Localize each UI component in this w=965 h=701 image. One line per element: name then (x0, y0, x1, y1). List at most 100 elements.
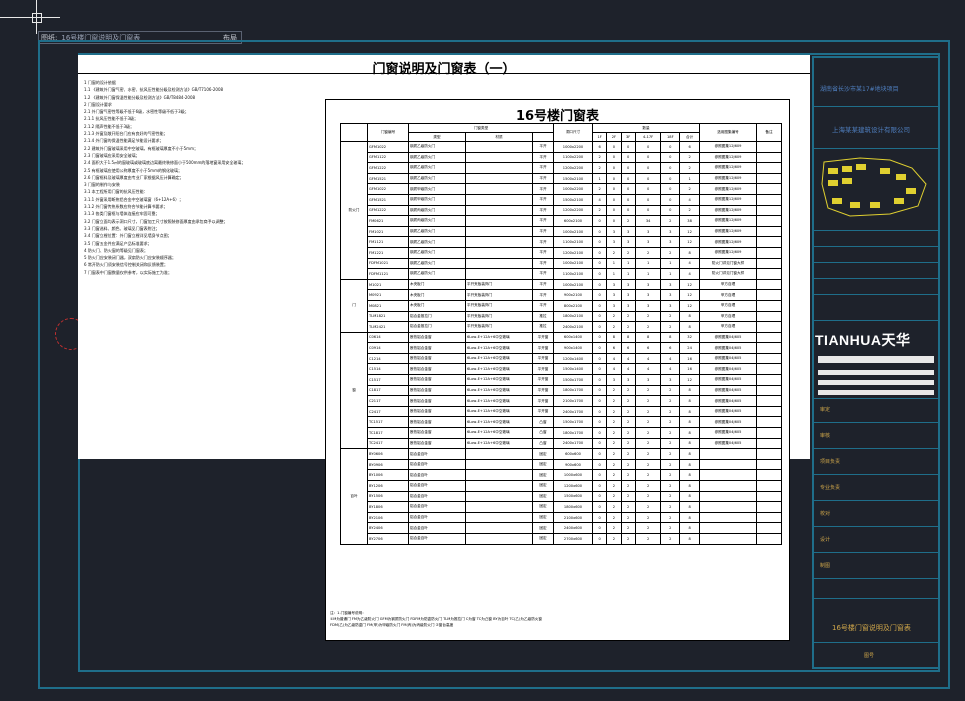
subheader-3f: 3F (620, 132, 636, 142)
note-line: 2.5 有框玻璃应使用公称厚度不小于5mm的钢化玻璃； (84, 167, 182, 173)
table-cell: 平开夹板装饰门 (465, 289, 533, 301)
table-row: GFM1022 钢质甲级防火门 平开 1000x2200 2 0 0 0 0 2 参照图集12J60… (341, 183, 782, 195)
table-cell: 固定 (532, 458, 554, 471)
crosshair-horizontal (0, 17, 60, 18)
table-cell: 铝合金百叶 (408, 480, 466, 492)
table-row: GFM1222 钢质丙级防火门 平开 1200x2200 2 0 0 0 0 2 参照图集12J60… (341, 204, 782, 217)
title-divider (814, 500, 938, 501)
table-cell: TLM2421 (367, 321, 409, 333)
table-cell (465, 246, 533, 259)
table-cell: 2 (620, 469, 636, 481)
table-cell: 6Low-E+12A+6中空玻璃 (465, 331, 533, 344)
remark-cell (756, 321, 782, 333)
note-line: 2.6 门窗框料及玻璃厚度由专业厂家根据风压计算确定； (84, 174, 184, 180)
project-name: 湖南省长沙市某17#地块项目 (820, 86, 899, 93)
table-cell: 平开 (532, 193, 554, 206)
table-cell: 0 (591, 299, 608, 312)
legend-line: FDM(乙)为乙级防盗门 FM(甲)为甲级防火门 FM(丙)为丙级防火门 ②窗台… (330, 623, 454, 627)
table-cell: 2 (606, 448, 622, 460)
table-cell: 2 (634, 458, 662, 471)
table-cell: 900x2100 (553, 289, 593, 301)
title-divider (814, 552, 938, 553)
remark-cell (756, 215, 782, 227)
table-cell: 木夹板门 (408, 299, 466, 312)
table-cell: 钢质乙级防火门 (408, 225, 466, 238)
table-cell: 0 (660, 172, 681, 185)
table-cell: 0 (634, 162, 662, 174)
table-cell (465, 448, 533, 460)
table-cell: 1 (620, 268, 636, 280)
table-cell (699, 469, 757, 481)
table-cell: 0 (591, 278, 608, 291)
title-divider (814, 598, 938, 599)
table-cell: 钢质乙级防火门 (408, 246, 466, 259)
table-cell: 2 (634, 448, 662, 460)
table-cell: 2 (620, 532, 636, 545)
table-cell: 推拉 (532, 321, 554, 333)
table-cell: 凸窗 (532, 427, 554, 439)
table-cell: 铝合金推拉门 (408, 310, 466, 323)
note-line: 3.1 本工程所用门窗的抗风压性能： (84, 189, 148, 195)
titleblock-label: 专业负责 (820, 485, 841, 491)
table-cell: 2400x2100 (553, 321, 593, 333)
table-cell: 1800x1700 (553, 427, 593, 439)
table-cell: 参照图集04J605 (699, 352, 757, 365)
table-cell: 参照图集12J609 (699, 151, 757, 164)
table-cell: 平开窗 (532, 342, 554, 354)
table-cell: 甲方自理 (699, 289, 757, 301)
table-cell: 钢质丙级防火门 (408, 204, 466, 217)
table-cell: 2 (634, 490, 662, 503)
group-cell: 窗 (340, 331, 368, 450)
table-cell: M1021 (367, 278, 409, 291)
title-divider (814, 398, 938, 399)
table-cell: 2 (634, 310, 662, 323)
table-cell: 钢质丙级防火门 (408, 215, 466, 227)
table-cell: 3 (620, 289, 636, 301)
table-cell: 600x600 (553, 448, 593, 460)
table-cell: 1200x2200 (553, 162, 593, 174)
table-cell: 4 (660, 363, 681, 376)
table-row: 防火门 GFM1022 钢质乙级防火门 平开 1000x2200 6 0 0 0 0 6 参照图集12… (340, 141, 782, 280)
table-cell: 3 (660, 225, 681, 238)
table-cell: 钢质乙级防火门 (408, 268, 466, 280)
table-cell: 2 (660, 458, 681, 471)
table-cell: 3 (606, 374, 622, 386)
title-divider (814, 278, 938, 279)
table-cell: 平开 (532, 225, 554, 238)
note-line: 1 门窗的设计依据 (84, 80, 116, 85)
table-cell: 平开 (532, 268, 554, 280)
table-cell: 0 (606, 215, 622, 227)
table-cell: 4 (591, 193, 608, 206)
table-cell: 2 (606, 501, 622, 513)
note-line: 3.1.2 外门窗传热系数应符合节能计算书要求； (84, 204, 168, 210)
table-cell: 铝合金百叶 (408, 501, 466, 513)
table-cell: 0 (620, 162, 636, 174)
table-cell: 甲方自理 (699, 321, 757, 333)
subheader-18f: 18F (660, 132, 681, 142)
table-cell: 甲方自理 (699, 278, 757, 291)
table-cell: 3 (660, 289, 681, 301)
remark-cell (756, 395, 782, 407)
table-cell: 0 (634, 151, 662, 164)
table-cell (699, 511, 757, 524)
table-cell: 8 (679, 448, 700, 460)
remark-cell (756, 511, 782, 524)
remark-cell (756, 384, 782, 397)
table-cell: 参照图集12J609 (699, 204, 757, 217)
table-cell: 参照图集12J609 (699, 183, 757, 195)
table-cell: 固定 (532, 522, 554, 534)
table-cell: 6Low-E+12A+6中空玻璃 (465, 405, 533, 418)
group-cell: 门 (340, 278, 368, 333)
table-cell: 3 (606, 289, 622, 301)
table-cell: 4 (679, 268, 700, 280)
table-cell: 参照图集12J609 (699, 172, 757, 185)
title-divider (814, 230, 938, 231)
table-cell: 3 (620, 299, 636, 312)
note-line: 2 门窗设计要求 (84, 101, 112, 107)
table-cell: 1 (660, 257, 681, 270)
table-cell: 3 (634, 289, 662, 301)
table-cell: 3 (660, 299, 681, 312)
table-cell: 木夹板门 (408, 289, 466, 301)
logo-subtitle-bar (818, 356, 934, 363)
table-cell: 0 (660, 193, 681, 206)
